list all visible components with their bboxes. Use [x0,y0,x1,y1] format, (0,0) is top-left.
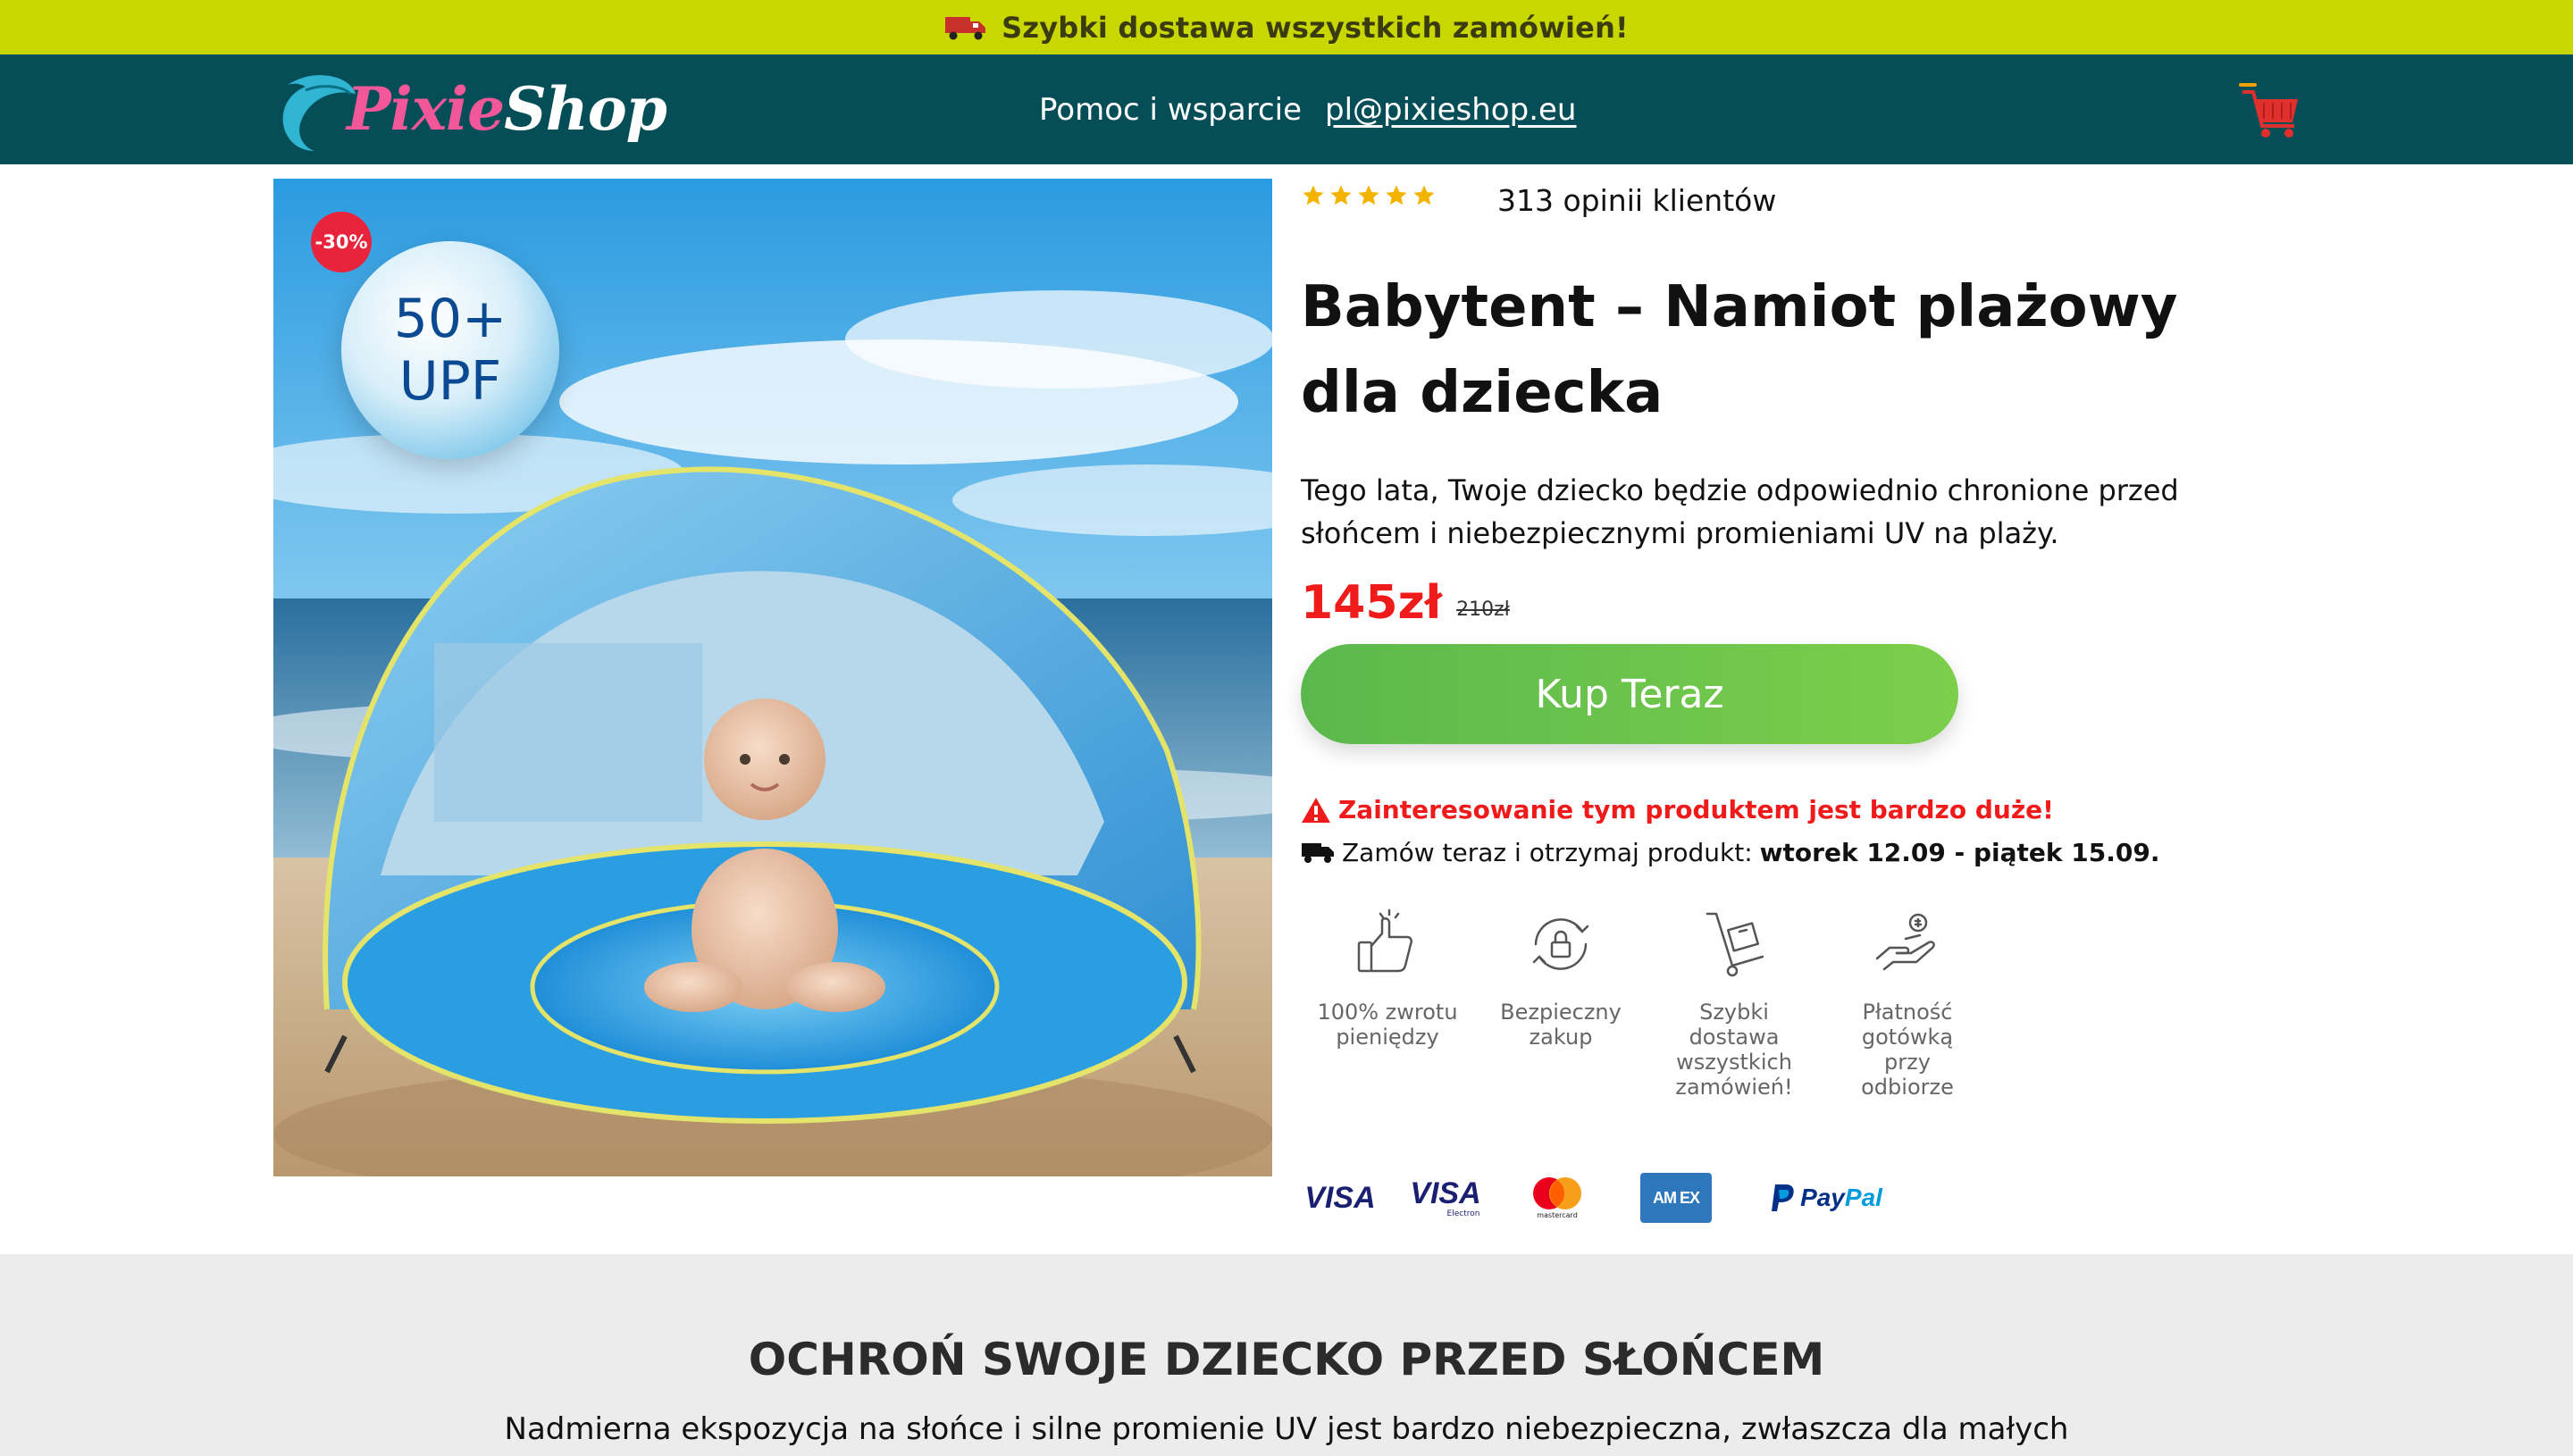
logo[interactable]: PixieShop [279,62,667,156]
header-nav: Pomoc i wsparcie pl@pixieshop.eu [1039,54,1576,164]
site-header: PixieShop Pomoc i wsparcie pl@pixieshop.… [0,54,2573,164]
warning-icon [1302,797,1330,823]
visa-electron-text: VISA [1410,1176,1481,1210]
star-icon [1330,185,1352,205]
review-count[interactable]: 313 opinii klientów [1497,183,1776,218]
high-interest-alert: Zainteresowanie tym produktem jest bardz… [1301,795,2054,824]
delivery-prefix: Zamów teraz i otrzymaj produkt: [1342,838,1753,867]
amex-text: AM EX [1652,1188,1700,1207]
help-link[interactable]: Pomoc i wsparcie [1039,92,1302,128]
truck-icon [945,16,986,39]
email-link[interactable]: pl@pixieshop.eu [1325,92,1576,128]
buy-now-button[interactable]: Kup Teraz [1301,644,1958,744]
visa-text: VISA [1304,1180,1376,1215]
announcement-text: Szybki dostawa wszystkich zamówień! [1002,10,1629,45]
cash-hand-icon [1875,913,1935,971]
visa-electron-sub: Electron [1446,1209,1480,1218]
paypal-text-pay: Pay [1800,1184,1845,1211]
feature-label: 100% zwrotu pieniędzy [1317,1000,1458,1050]
star-rating [1301,183,1437,208]
logo-part-pixie: Pixie [347,74,505,144]
product-description: Tego lata, Twoje dziecko będzie odpowied… [1301,473,2179,550]
feature-fast-delivery: Szybki dostawa wszystkich zamówień! [1647,907,1821,1100]
delivery-info: Zamów teraz i otrzymaj produkt: wtorek 1… [1301,838,2159,867]
cart-button[interactable] [2234,79,2305,142]
mastercard-text: mastercard [1537,1211,1578,1219]
star-icon [1358,185,1379,205]
old-price: 210zł [1456,598,1510,621]
secure-lock-icon [1532,918,1589,970]
upf-value: 50+ [393,288,507,350]
feature-label: Płatność gotówką przy odbiorze [1861,1000,1954,1100]
mastercard-circles-icon [1533,1177,1581,1209]
feature-money-back: 100% zwrotu pieniędzy [1301,907,1474,1100]
star-icon [1413,185,1435,205]
section-title: OCHROŃ SWOJE DZIECKO PRZED SŁOŃCEM [748,1334,1825,1385]
product-title: Babytent – Namiot plażowy dla dziecka [1301,274,2178,426]
upf-badge: 50+ UPF [341,241,559,459]
feature-list: 100% zwrotu pieniędzy Bezpieczny zakup S… [1301,907,1994,1100]
alert-text: Zainteresowanie tym produktem jest bardz… [1338,795,2054,824]
thumbs-up-icon [1357,908,1413,973]
current-price: 145zł [1301,576,1443,630]
payment-methods: VISA VISA Electron mastercard AM EX PayP… [1301,1173,1889,1223]
feature-label: Szybki dostawa wszystkich zamówień! [1675,1000,1793,1100]
star-icon [1303,185,1324,205]
cart-icon [2242,90,2298,138]
star-icon [1386,185,1407,205]
delivery-truck-icon [1302,842,1334,863]
delivery-dates: wtorek 12.09 - piątek 15.09. [1759,838,2160,867]
upf-label: UPF [398,350,502,413]
paypal-icon [1772,1184,1794,1211]
discount-badge: -30% [311,212,372,272]
cart-badge [2239,83,2257,87]
feature-label: Bezpieczny zakup [1500,1000,1622,1050]
feature-secure-purchase: Bezpieczny zakup [1474,907,1647,1100]
price-row: 145zł 210zł [1301,576,1510,630]
section-text: Nadmierna ekspozycja na słońce i silne p… [504,1411,2069,1447]
paypal-text-pal: Pal [1844,1184,1882,1211]
hand-truck-icon [1706,912,1764,977]
visa-electron-logo: VISA Electron [1408,1173,1483,1223]
paypal-logo: PayPal [1764,1173,1889,1223]
feature-cash-on-delivery: Płatność gotówką przy odbiorze [1821,907,1994,1100]
logo-part-shop: Shop [504,74,667,144]
announcement-bar: Szybki dostawa wszystkich zamówień! [0,0,2573,54]
mastercard-logo: mastercard [1526,1173,1588,1223]
visa-logo: VISA [1301,1173,1379,1223]
amex-logo: AM EX [1640,1173,1712,1223]
logo-wordmark: PixieShop [347,74,667,144]
info-section: OCHROŃ SWOJE DZIECKO PRZED SŁOŃCEM Nadmi… [0,1254,2573,1456]
rating [1301,183,1437,208]
